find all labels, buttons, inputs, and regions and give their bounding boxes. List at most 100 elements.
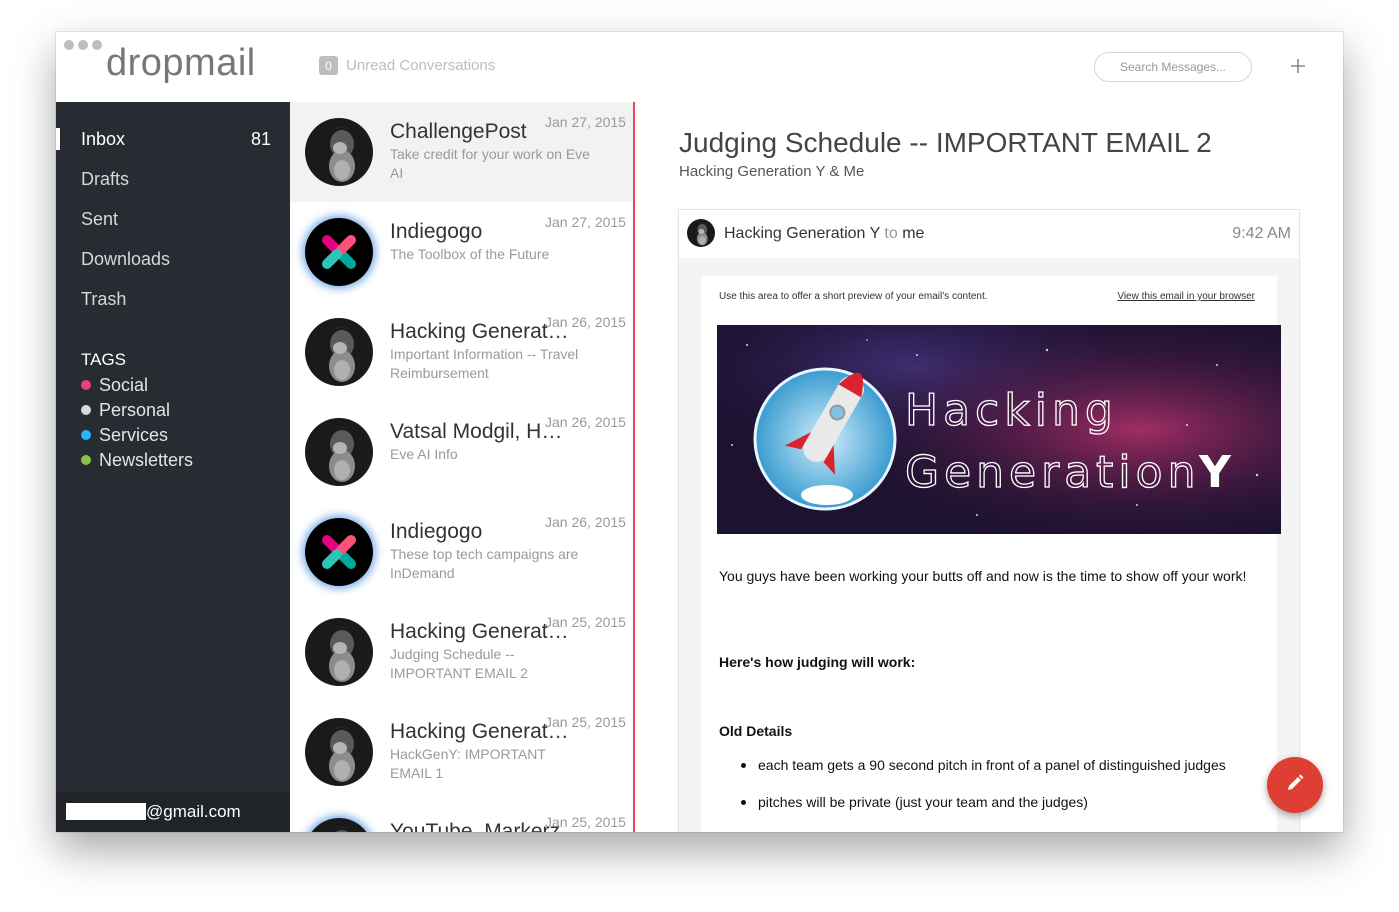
tag-services[interactable]: Services bbox=[81, 423, 168, 447]
list-item[interactable]: Indiegogo Jan 26, 2015 These top tech ca… bbox=[290, 502, 634, 602]
message-preview: The Toolbox of the Future bbox=[390, 246, 550, 262]
email-subject: Judging Schedule -- IMPORTANT EMAIL 2 bbox=[679, 127, 1212, 158]
message-sender: Indiegogo bbox=[390, 220, 483, 243]
compose-button[interactable] bbox=[1267, 757, 1323, 813]
avatar bbox=[305, 718, 373, 786]
bullet-text: each team gets a 90 second pitch in fron… bbox=[758, 757, 1226, 773]
tags-heading: TAGS bbox=[81, 350, 127, 369]
message-date: Jan 25, 2015 bbox=[545, 814, 626, 830]
recipient-name: me bbox=[902, 225, 925, 242]
message-preview: Judging Schedule -- IMPORTANT EMAIL 2 bbox=[390, 646, 528, 681]
banner-text-generation: Generation bbox=[905, 447, 1200, 498]
email-participants: Hacking Generation Y & Me bbox=[679, 163, 865, 180]
avatar bbox=[305, 518, 373, 586]
pencil-icon bbox=[1285, 773, 1305, 798]
message-list: ChallengePost Jan 27, 2015 Take credit f… bbox=[290, 102, 634, 832]
message-preview: HackGenY: IMPORTANT EMAIL 1 bbox=[390, 746, 546, 781]
sidebar-item-downloads[interactable]: Downloads bbox=[81, 245, 271, 273]
list-item[interactable]: Indiegogo Jan 27, 2015 The Toolbox of th… bbox=[290, 202, 634, 302]
list-item[interactable]: Vatsal Modgil, Hac... Jan 26, 2015 Eve A… bbox=[290, 402, 634, 502]
sidebar: Inbox 81 Drafts Sent Downloads Trash TAG… bbox=[56, 102, 290, 832]
email-preheader: Use this area to offer a short preview o… bbox=[719, 291, 988, 302]
sidebar-item-label: Downloads bbox=[81, 248, 171, 269]
minimize-window-button[interactable] bbox=[78, 40, 88, 50]
sender-name: Hacking Generation Y bbox=[724, 225, 880, 242]
email-content: Use this area to offer a short preview o… bbox=[701, 276, 1281, 832]
email-bullet: pitches will be private (just your team … bbox=[741, 794, 1088, 810]
tag-label: Personal bbox=[99, 399, 171, 420]
message-date: Jan 27, 2015 bbox=[545, 114, 626, 130]
app-logo: dropmail bbox=[106, 42, 256, 84]
avatar bbox=[687, 219, 715, 247]
message-date: Jan 27, 2015 bbox=[545, 214, 626, 230]
avatar bbox=[305, 318, 373, 386]
message-date: Jan 26, 2015 bbox=[545, 314, 626, 330]
window-controls bbox=[64, 40, 102, 50]
tag-newsletters[interactable]: Newsletters bbox=[81, 448, 193, 472]
list-item[interactable]: YouTube, Markerz Jan 25, 2015 bbox=[290, 802, 634, 832]
email-paragraph: You guys have been working your butts of… bbox=[719, 568, 1247, 584]
message-date: Jan 25, 2015 bbox=[545, 714, 626, 730]
active-indicator bbox=[56, 128, 60, 150]
message-sender: YouTube, Markerz bbox=[390, 820, 561, 832]
email-body-frame: Use this area to offer a short preview o… bbox=[679, 258, 1299, 832]
message-sender: Hacking Generatio... bbox=[390, 320, 570, 343]
to-word: to bbox=[884, 225, 898, 242]
unread-count-badge: 0 bbox=[319, 56, 338, 75]
sidebar-item-sent[interactable]: Sent bbox=[81, 205, 271, 233]
banner-text-hacking: Hacking bbox=[905, 385, 1118, 436]
sidebar-item-drafts[interactable]: Drafts bbox=[81, 165, 271, 193]
avatar bbox=[305, 618, 373, 686]
maximize-window-button[interactable] bbox=[92, 40, 102, 50]
email-from-line: Hacking Generation Y to me bbox=[724, 225, 924, 243]
list-item[interactable]: Hacking Generatio... Jan 26, 2015 Import… bbox=[290, 302, 634, 402]
search-input[interactable]: Search Messages... bbox=[1094, 52, 1252, 82]
inbox-count: 81 bbox=[250, 128, 271, 149]
sidebar-item-label: Inbox bbox=[81, 128, 126, 149]
redacted-username bbox=[66, 803, 146, 820]
message-preview: Take credit for your work on Eve AI bbox=[390, 146, 590, 181]
message-date: Jan 25, 2015 bbox=[545, 614, 626, 630]
avatar bbox=[305, 818, 373, 832]
reading-pane: Judging Schedule -- IMPORTANT EMAIL 2 Ha… bbox=[635, 102, 1343, 832]
message-sender: Vatsal Modgil, Hac... bbox=[390, 420, 570, 443]
account-email: @gmail.com bbox=[146, 802, 241, 821]
message-sender: Hacking Generatio... bbox=[390, 720, 570, 743]
email-subheading: Old Details bbox=[719, 723, 793, 739]
message-sender: Hacking Generatio... bbox=[390, 620, 570, 643]
email-card-header[interactable]: Hacking Generation Y to me 9:42 AM bbox=[679, 210, 1299, 259]
list-item[interactable]: Hacking Generatio... Jan 25, 2015 Judgin… bbox=[290, 602, 634, 702]
sidebar-item-inbox[interactable]: Inbox 81 bbox=[81, 125, 271, 153]
tag-label: Social bbox=[99, 374, 149, 395]
message-sender: ChallengePost bbox=[390, 120, 527, 143]
sidebar-item-label: Drafts bbox=[81, 168, 130, 189]
tag-personal[interactable]: Personal bbox=[81, 398, 170, 422]
message-date: Jan 26, 2015 bbox=[545, 414, 626, 430]
avatar bbox=[305, 418, 373, 486]
account-switcher[interactable]: @gmail.com bbox=[56, 792, 290, 832]
close-window-button[interactable] bbox=[64, 40, 74, 50]
tag-color-dot bbox=[81, 430, 91, 440]
view-in-browser-link[interactable]: View this email in your browser bbox=[1117, 291, 1255, 302]
message-date: Jan 26, 2015 bbox=[545, 514, 626, 530]
message-sender: Indiegogo bbox=[390, 520, 483, 543]
email-time: 9:42 AM bbox=[1232, 225, 1291, 242]
message-preview: These top tech campaigns are InDemand bbox=[390, 546, 579, 581]
tag-color-dot bbox=[81, 380, 91, 390]
tag-social[interactable]: Social bbox=[81, 373, 148, 397]
email-bullet: each team gets a 90 second pitch in fron… bbox=[741, 757, 1226, 773]
unread-indicator[interactable]: 0 Unread Conversations bbox=[319, 56, 495, 75]
avatar bbox=[305, 118, 373, 186]
email-card: Hacking Generation Y to me 9:42 AM Use t… bbox=[679, 210, 1299, 832]
unread-label: Unread Conversations bbox=[346, 57, 496, 74]
message-preview: Eve AI Info bbox=[390, 446, 458, 462]
tag-color-dot bbox=[81, 405, 91, 415]
app-window: dropmail 0 Unread Conversations Search M… bbox=[56, 32, 1343, 832]
bullet-text: pitches will be private (just your team … bbox=[758, 794, 1088, 810]
sidebar-item-trash[interactable]: Trash bbox=[81, 285, 271, 313]
list-item[interactable]: Hacking Generatio... Jan 25, 2015 HackGe… bbox=[290, 702, 634, 802]
top-bar: dropmail 0 Unread Conversations Search M… bbox=[56, 32, 1343, 103]
plus-icon[interactable] bbox=[1288, 50, 1308, 80]
list-item[interactable]: ChallengePost Jan 27, 2015 Take credit f… bbox=[290, 102, 634, 202]
email-heading: Here's how judging will work: bbox=[719, 654, 916, 670]
